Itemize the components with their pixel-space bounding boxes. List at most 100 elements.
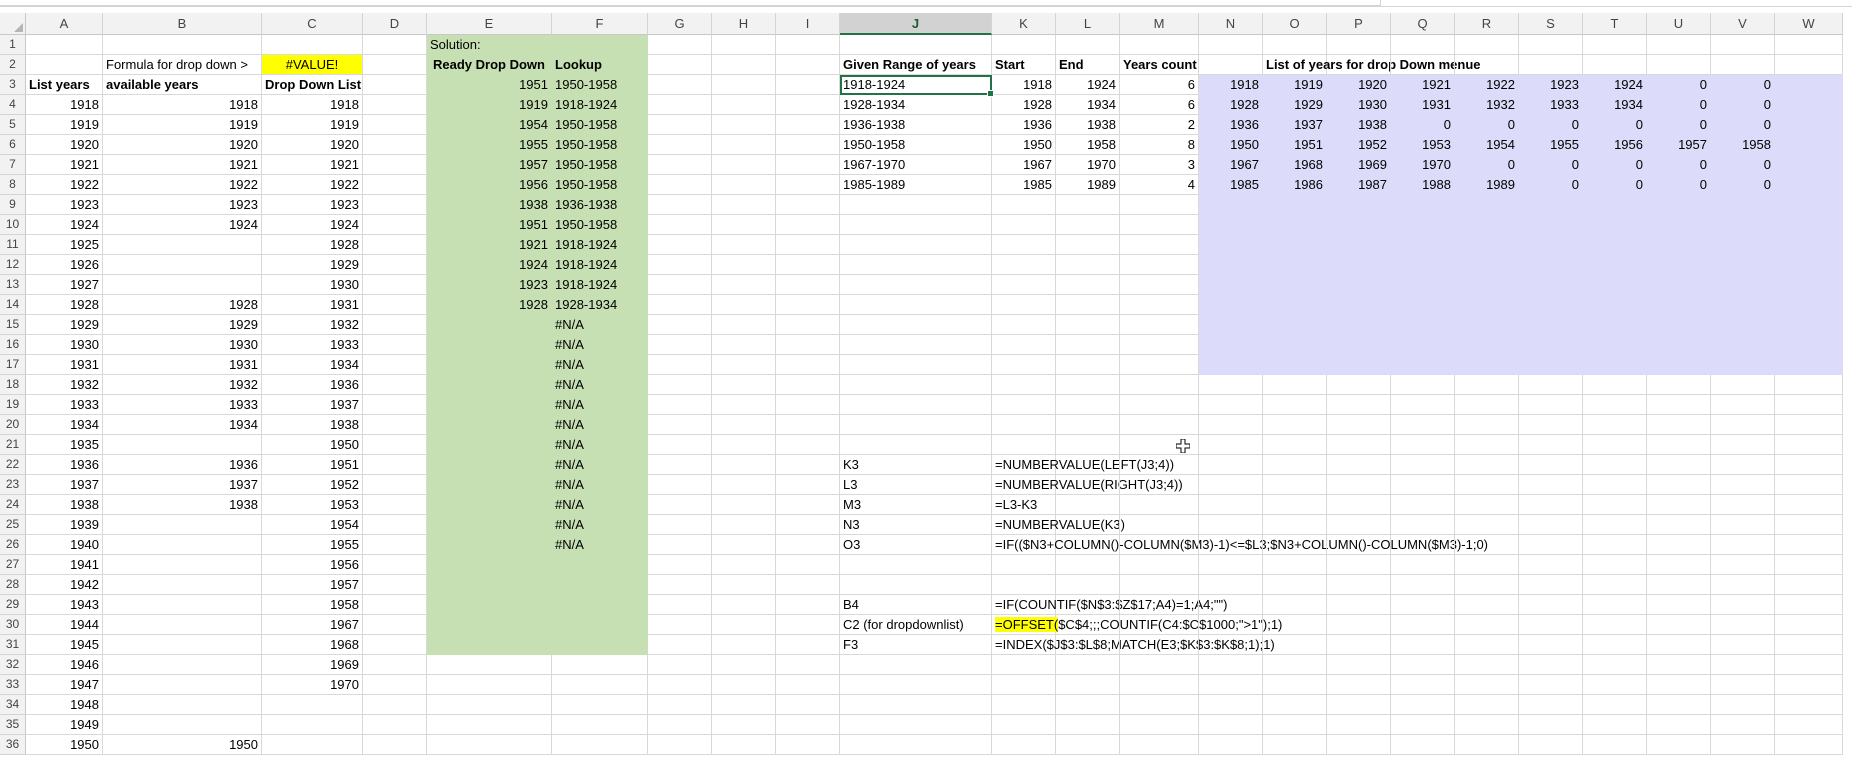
column-header-j[interactable]: J — [840, 13, 992, 35]
cell-c6[interactable]: 1920 — [262, 135, 363, 155]
cell-o14[interactable] — [1263, 295, 1327, 315]
cell-h28[interactable] — [712, 575, 776, 595]
cell-g24[interactable] — [648, 495, 712, 515]
row-header-31[interactable]: 31 — [0, 635, 26, 655]
cell-h12[interactable] — [712, 255, 776, 275]
cell-l21[interactable] — [1056, 435, 1120, 455]
cell-l22[interactable] — [1056, 455, 1120, 475]
cell-m34[interactable] — [1120, 695, 1199, 715]
cell-g5[interactable] — [648, 115, 712, 135]
cell-v6[interactable]: 1958 — [1711, 135, 1775, 155]
cell-r24[interactable] — [1455, 495, 1519, 515]
row-header-14[interactable]: 14 — [0, 295, 26, 315]
cell-l4[interactable]: 1934 — [1056, 95, 1120, 115]
cell-f4[interactable]: 1918-1924 — [552, 95, 648, 115]
column-header-q[interactable]: Q — [1391, 13, 1455, 35]
cell-o31[interactable] — [1263, 635, 1327, 655]
cell-a24[interactable]: 1938 — [26, 495, 103, 515]
cell-l9[interactable] — [1056, 195, 1120, 215]
cell-p36[interactable] — [1327, 735, 1391, 755]
cell-e20[interactable] — [427, 415, 552, 435]
cell-l5[interactable]: 1938 — [1056, 115, 1120, 135]
cell-r7[interactable]: 0 — [1455, 155, 1519, 175]
cell-p4[interactable]: 1930 — [1327, 95, 1391, 115]
column-header-e[interactable]: E — [427, 13, 552, 35]
cell-v26[interactable] — [1711, 535, 1775, 555]
cell-s15[interactable] — [1519, 315, 1583, 335]
cell-e3[interactable]: 1951 — [427, 75, 552, 95]
cell-g26[interactable] — [648, 535, 712, 555]
cell-f32[interactable] — [552, 655, 648, 675]
cell-j32[interactable] — [840, 655, 992, 675]
cell-w21[interactable] — [1775, 435, 1843, 455]
cell-l7[interactable]: 1970 — [1056, 155, 1120, 175]
cell-q33[interactable] — [1391, 675, 1455, 695]
cell-b15[interactable]: 1929 — [103, 315, 262, 335]
cell-r17[interactable] — [1455, 355, 1519, 375]
cell-o16[interactable] — [1263, 335, 1327, 355]
cell-r6[interactable]: 1954 — [1455, 135, 1519, 155]
cell-i17[interactable] — [776, 355, 840, 375]
cell-a18[interactable]: 1932 — [26, 375, 103, 395]
cell-p18[interactable] — [1327, 375, 1391, 395]
cell-f14[interactable]: 1928-1934 — [552, 295, 648, 315]
cell-n13[interactable] — [1199, 275, 1263, 295]
cell-a5[interactable]: 1919 — [26, 115, 103, 135]
cell-i30[interactable] — [776, 615, 840, 635]
cell-h8[interactable] — [712, 175, 776, 195]
cell-t32[interactable] — [1583, 655, 1647, 675]
cell-n24[interactable] — [1199, 495, 1263, 515]
cell-b28[interactable] — [103, 575, 262, 595]
cell-s16[interactable] — [1519, 335, 1583, 355]
cell-r35[interactable] — [1455, 715, 1519, 735]
cell-o7[interactable]: 1968 — [1263, 155, 1327, 175]
cell-s28[interactable] — [1519, 575, 1583, 595]
cell-m23[interactable] — [1120, 475, 1199, 495]
cell-m35[interactable] — [1120, 715, 1199, 735]
cell-w1[interactable] — [1775, 35, 1843, 55]
cell-w20[interactable] — [1775, 415, 1843, 435]
cell-p10[interactable] — [1327, 215, 1391, 235]
column-header-s[interactable]: S — [1519, 13, 1583, 35]
cell-j1[interactable] — [840, 35, 992, 55]
cell-s17[interactable] — [1519, 355, 1583, 375]
cell-n14[interactable] — [1199, 295, 1263, 315]
cell-d12[interactable] — [363, 255, 427, 275]
cell-d3[interactable] — [363, 75, 427, 95]
cell-j13[interactable] — [840, 275, 992, 295]
cell-f1[interactable] — [552, 35, 648, 55]
cell-f19[interactable]: #N/A — [552, 395, 648, 415]
cell-i9[interactable] — [776, 195, 840, 215]
cell-o28[interactable] — [1263, 575, 1327, 595]
cell-u19[interactable] — [1647, 395, 1711, 415]
column-header-g[interactable]: G — [648, 13, 712, 35]
cell-s30[interactable] — [1519, 615, 1583, 635]
cell-a9[interactable]: 1923 — [26, 195, 103, 215]
cell-u13[interactable] — [1647, 275, 1711, 295]
cell-e34[interactable] — [427, 695, 552, 715]
cell-b2[interactable]: Formula for drop down > — [103, 55, 262, 75]
cell-b24[interactable]: 1938 — [103, 495, 262, 515]
cell-u4[interactable]: 0 — [1647, 95, 1711, 115]
cell-g31[interactable] — [648, 635, 712, 655]
cell-s23[interactable] — [1519, 475, 1583, 495]
cell-o5[interactable]: 1937 — [1263, 115, 1327, 135]
row-header-16[interactable]: 16 — [0, 335, 26, 355]
cell-f20[interactable]: #N/A — [552, 415, 648, 435]
cell-j11[interactable] — [840, 235, 992, 255]
cell-e14[interactable]: 1928 — [427, 295, 552, 315]
cell-m32[interactable] — [1120, 655, 1199, 675]
cell-s34[interactable] — [1519, 695, 1583, 715]
cell-m29[interactable] — [1120, 595, 1199, 615]
cell-e35[interactable] — [427, 715, 552, 735]
cell-h29[interactable] — [712, 595, 776, 615]
cell-u8[interactable]: 0 — [1647, 175, 1711, 195]
cell-k6[interactable]: 1950 — [992, 135, 1056, 155]
row-header-13[interactable]: 13 — [0, 275, 26, 295]
cell-d9[interactable] — [363, 195, 427, 215]
cell-n23[interactable] — [1199, 475, 1263, 495]
cell-b4[interactable]: 1918 — [103, 95, 262, 115]
cell-i5[interactable] — [776, 115, 840, 135]
cell-p34[interactable] — [1327, 695, 1391, 715]
cell-b32[interactable] — [103, 655, 262, 675]
